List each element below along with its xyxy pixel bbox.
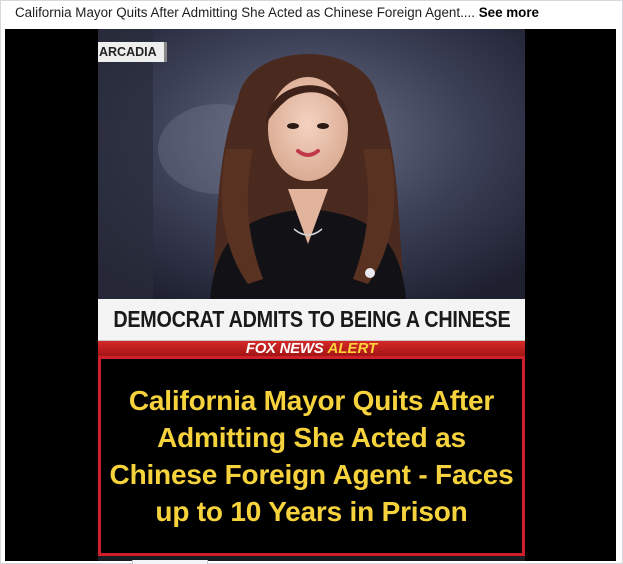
brand-alert-text: ALERT <box>327 341 378 356</box>
location-tag: ARCADIA <box>98 42 167 62</box>
see-more-link[interactable]: See more <box>479 5 539 20</box>
headline-text: DEMOCRAT ADMITS TO BEING A CHINESE <box>112 306 511 332</box>
fox-news-logo: FOX NEWS ALERT <box>98 341 525 356</box>
post-caption: California Mayor Quits After Admitting S… <box>15 4 539 24</box>
post-caption-text: California Mayor Quits After Admitting S… <box>15 5 475 20</box>
reaction-tab[interactable] <box>132 560 208 564</box>
story-text: California Mayor Quits After Admitting S… <box>109 385 514 527</box>
news-graphic[interactable]: ARCADIA DEMOCRAT ADMITS TO BEING A CHINE… <box>98 29 525 561</box>
news-photo <box>98 29 525 299</box>
story-box: California Mayor Quits After Admitting S… <box>98 356 525 556</box>
brand-network-text: FOX NEWS <box>245 341 324 356</box>
news-feed-post: California Mayor Quits After Admitting S… <box>0 0 623 564</box>
post-media[interactable]: ARCADIA DEMOCRAT ADMITS TO BEING A CHINE… <box>5 29 616 561</box>
headline-bar: DEMOCRAT ADMITS TO BEING A CHINESE <box>98 299 525 341</box>
